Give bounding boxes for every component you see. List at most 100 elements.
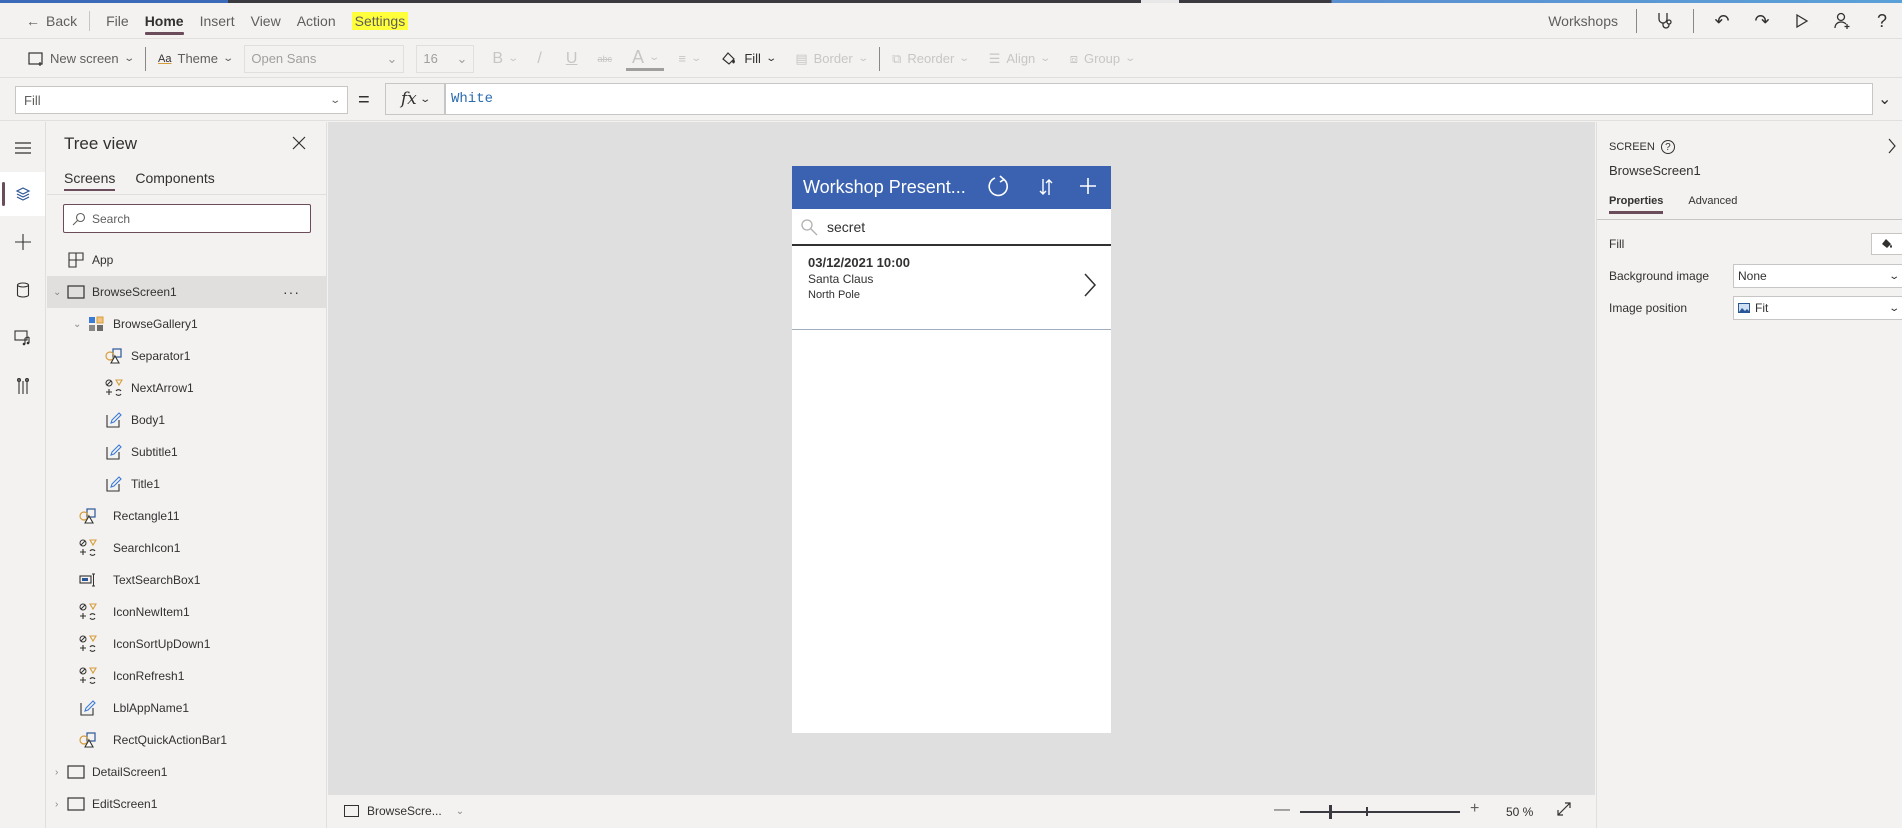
- menu-file[interactable]: File: [106, 3, 129, 39]
- media-icon[interactable]: [0, 316, 45, 360]
- app-search-box[interactable]: secret: [792, 209, 1111, 246]
- menu-view[interactable]: View: [251, 3, 281, 39]
- chevron-down-icon: ⌄: [222, 53, 235, 64]
- tree-item[interactable]: NextArrow1: [47, 372, 326, 404]
- fill-bucket-icon: [722, 51, 736, 65]
- underline-button[interactable]: U: [560, 45, 584, 73]
- text-input-icon: [79, 571, 97, 589]
- tab-screens[interactable]: Screens: [64, 170, 116, 191]
- tree-item[interactable]: IconRefresh1: [47, 660, 326, 692]
- tree-item[interactable]: Separator1: [47, 340, 326, 372]
- close-icon[interactable]: [292, 134, 306, 155]
- strikethrough-button[interactable]: abc: [591, 45, 618, 73]
- tree-item[interactable]: RectQuickActionBar1: [47, 724, 326, 756]
- share-user-icon[interactable]: [1822, 3, 1862, 39]
- prop-label-fill: Fill: [1609, 237, 1625, 251]
- tree-item[interactable]: LblAppName1: [47, 692, 326, 724]
- theme-button[interactable]: Aa Theme ⌄: [152, 45, 238, 73]
- bold-button[interactable]: B ⌄: [486, 45, 523, 73]
- text-align-button[interactable]: ≡ ⌄: [672, 45, 706, 73]
- tree-view-layers-icon[interactable]: [0, 172, 45, 216]
- play-preview-icon[interactable]: [1782, 3, 1822, 39]
- app-screen-preview[interactable]: Workshop Present... secret 03/12/2021 10…: [792, 166, 1111, 733]
- app-checker-stethoscope-icon[interactable]: [1645, 3, 1685, 39]
- redo-icon[interactable]: ↷: [1742, 3, 1782, 39]
- collapse-panel-icon[interactable]: [1887, 138, 1897, 159]
- tab-properties[interactable]: Properties: [1609, 195, 1664, 214]
- font-family-select[interactable]: Open Sans ⌄: [244, 44, 405, 73]
- tree-item[interactable]: SearchIcon1: [47, 532, 326, 564]
- tab-advanced[interactable]: Advanced: [1688, 195, 1737, 213]
- font-size-value: 16: [423, 51, 438, 66]
- insert-plus-icon[interactable]: [0, 220, 45, 264]
- tree-item-label: Title1: [131, 477, 160, 491]
- tree-item[interactable]: App: [47, 244, 326, 276]
- fill-button[interactable]: Fill ⌄: [714, 45, 781, 73]
- data-cylinder-icon[interactable]: [0, 268, 45, 312]
- new-screen-button[interactable]: New screen ⌄: [22, 45, 139, 73]
- menu-action[interactable]: Action: [297, 3, 336, 39]
- chevron-right-icon[interactable]: ›: [55, 767, 58, 778]
- theme-icon: Aa: [158, 52, 172, 65]
- chevron-down-icon: ⌄: [1039, 53, 1052, 64]
- tree-item[interactable]: TextSearchBox1: [47, 564, 326, 596]
- undo-icon[interactable]: ↶: [1702, 3, 1742, 39]
- app-title-label[interactable]: Workshop Present...: [803, 177, 966, 198]
- hamburger-menu-icon[interactable]: [0, 126, 45, 170]
- font-color-button[interactable]: A ⌄: [625, 47, 665, 71]
- property-select[interactable]: Fill ⌄: [15, 86, 348, 114]
- fill-color-picker[interactable]: [1871, 233, 1902, 255]
- zoom-out-button[interactable]: —: [1274, 801, 1290, 819]
- zoom-slider[interactable]: [1300, 811, 1460, 813]
- back-button[interactable]: ← Back: [26, 10, 91, 31]
- group-button[interactable]: ⧈ Group ⌄: [1064, 45, 1141, 73]
- italic-button[interactable]: /: [531, 45, 547, 73]
- add-new-item-icon[interactable]: [1078, 176, 1098, 202]
- tree-item[interactable]: › DetailScreen1: [47, 756, 326, 788]
- border-button[interactable]: ▤ Border ⌄: [789, 45, 873, 73]
- menu-insert[interactable]: Insert: [200, 3, 235, 39]
- align-button[interactable]: ☰ Align ⌄: [983, 45, 1056, 73]
- tree-item[interactable]: IconNewItem1: [47, 596, 326, 628]
- tree-item[interactable]: ⌄ BrowseScreen1 ···: [47, 276, 326, 308]
- reorder-icon: ⧉: [892, 50, 902, 66]
- tree-item[interactable]: IconSortUpDown1: [47, 628, 326, 660]
- menu-settings[interactable]: Settings: [351, 3, 409, 39]
- reorder-button[interactable]: ⧉ Reorder ⌄: [886, 45, 975, 73]
- properties-tabs: Properties Advanced: [1609, 195, 1737, 214]
- zoom-in-button[interactable]: +: [1470, 800, 1479, 818]
- chevron-down-icon[interactable]: ⌄: [53, 287, 61, 298]
- formula-input[interactable]: White: [445, 83, 1873, 115]
- tree-item[interactable]: Title1: [47, 468, 326, 500]
- font-size-select[interactable]: 16 ⌄: [416, 44, 475, 73]
- help-icon[interactable]: ?: [1862, 3, 1902, 39]
- fx-button[interactable]: fx ⌄: [385, 83, 445, 115]
- design-canvas[interactable]: Workshop Present... secret 03/12/2021 10…: [328, 122, 1595, 794]
- align-icon: ☰: [988, 50, 1001, 66]
- sort-up-down-icon[interactable]: [1039, 177, 1053, 203]
- tree-item[interactable]: Subtitle1: [47, 436, 326, 468]
- menu-home[interactable]: Home: [144, 3, 184, 39]
- background-image-select[interactable]: None ⌄: [1733, 264, 1902, 288]
- divider: [47, 194, 327, 195]
- image-position-select[interactable]: Fit ⌄: [1733, 296, 1902, 320]
- help-circle-icon[interactable]: ?: [1660, 140, 1675, 154]
- chevron-down-icon[interactable]: ⌄: [73, 319, 81, 330]
- tree-item[interactable]: ⌄ BrowseGallery1: [47, 308, 326, 340]
- more-options-icon[interactable]: ···: [283, 284, 300, 300]
- advanced-tools-icon[interactable]: [0, 364, 45, 408]
- next-arrow-icon[interactable]: [1083, 272, 1097, 305]
- screen-selector[interactable]: BrowseScre... ⌄: [344, 804, 464, 818]
- shape-icon: [105, 347, 123, 365]
- zoom-slider-thumb[interactable]: [1328, 805, 1332, 819]
- tree-item[interactable]: › EditScreen1: [47, 788, 326, 820]
- tree-item[interactable]: Body1: [47, 404, 326, 436]
- fit-to-window-icon[interactable]: [1556, 801, 1572, 822]
- tree-item[interactable]: Rectangle11: [47, 500, 326, 532]
- expand-formula-icon[interactable]: ⌄: [1878, 89, 1891, 109]
- chevron-right-icon[interactable]: ›: [55, 799, 58, 810]
- tree-search-input[interactable]: Search: [63, 204, 311, 233]
- tab-components[interactable]: Components: [135, 170, 214, 190]
- gallery-item[interactable]: 03/12/2021 10:00 Santa Claus North Pole: [792, 248, 1111, 330]
- refresh-icon[interactable]: [987, 174, 1011, 204]
